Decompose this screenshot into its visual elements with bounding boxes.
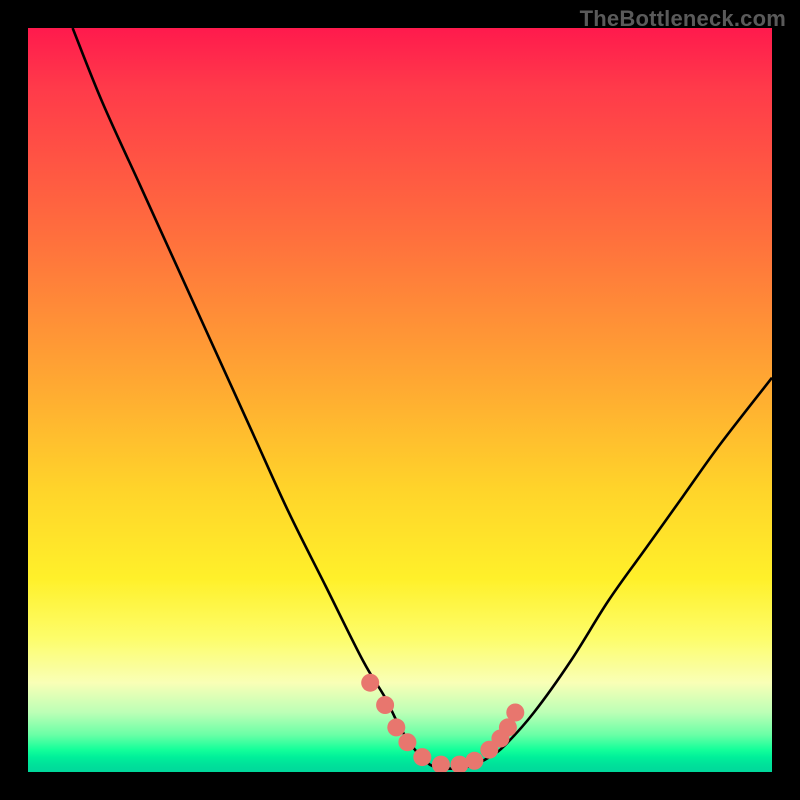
chart-frame: TheBottleneck.com: [0, 0, 800, 800]
marker-dot: [413, 748, 431, 766]
marker-dot: [451, 756, 469, 772]
marker-dot: [361, 674, 379, 692]
marker-dot: [376, 696, 394, 714]
marker-dot: [398, 733, 416, 751]
bottleneck-curve: [73, 28, 772, 769]
marker-dot: [465, 752, 483, 770]
watermark-text: TheBottleneck.com: [580, 6, 786, 32]
curve-layer: [28, 28, 772, 772]
highlighted-points: [361, 674, 524, 772]
plot-area: [28, 28, 772, 772]
marker-dot: [387, 718, 405, 736]
marker-dot: [506, 704, 524, 722]
marker-dot: [432, 756, 450, 772]
